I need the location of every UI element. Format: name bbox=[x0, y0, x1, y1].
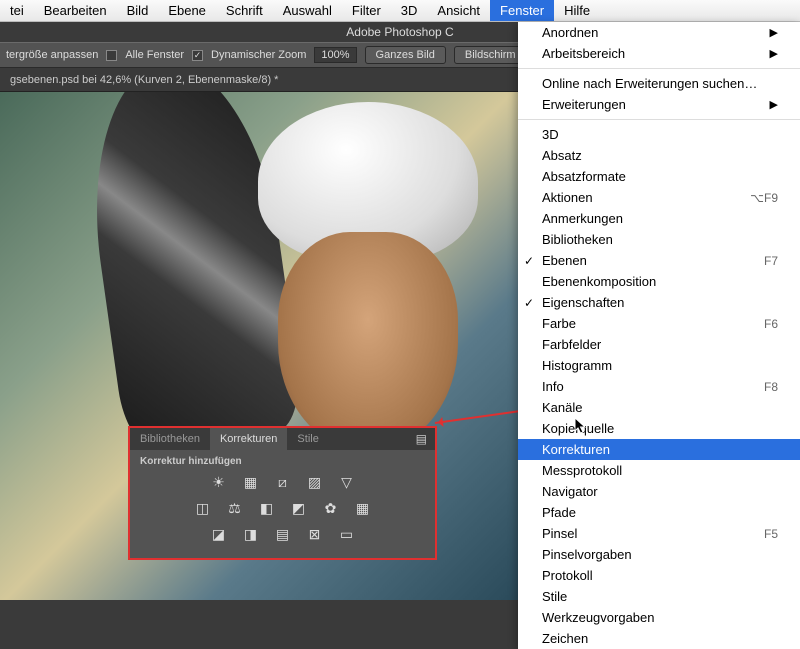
menuitem-eigenschaften[interactable]: ✓Eigenschaften bbox=[518, 292, 800, 313]
exposure-icon[interactable]: ▨ bbox=[305, 473, 325, 491]
invert-icon[interactable]: ◪ bbox=[209, 525, 229, 543]
menu-bild[interactable]: Bild bbox=[117, 0, 159, 21]
dynamic-zoom-checkbox[interactable]: ✓ bbox=[192, 50, 203, 61]
menuitem-pinselvorgaben[interactable]: Pinselvorgaben bbox=[518, 544, 800, 565]
fill-screen-button[interactable]: Bildschirm bbox=[454, 46, 527, 64]
menuitem-pfade[interactable]: Pfade bbox=[518, 502, 800, 523]
channelmixer-icon[interactable]: ✿ bbox=[321, 499, 341, 517]
all-windows-label: Alle Fenster bbox=[125, 49, 184, 61]
menuitem-korrekturen[interactable]: Korrekturen bbox=[518, 439, 800, 460]
panel-tab-stile[interactable]: Stile bbox=[287, 428, 328, 450]
colorlookup-icon[interactable]: ▦ bbox=[353, 499, 373, 517]
photofilter-icon[interactable]: ◩ bbox=[289, 499, 309, 517]
adjustments-panel: BibliothekenKorrekturenStile ▤ Korrektur … bbox=[130, 428, 435, 558]
panel-heading: Korrektur hinzufügen bbox=[130, 450, 435, 469]
menu-3d[interactable]: 3D bbox=[391, 0, 428, 21]
panel-tab-korrekturen[interactable]: Korrekturen bbox=[210, 428, 287, 450]
menu-fenster[interactable]: Fenster bbox=[490, 0, 554, 21]
menuitem-zeichen[interactable]: Zeichen bbox=[518, 628, 800, 649]
menuitem-online-nach-erweiterungen-suchen-[interactable]: Online nach Erweiterungen suchen… bbox=[518, 73, 800, 94]
menuitem-ebenenkomposition[interactable]: Ebenenkomposition bbox=[518, 271, 800, 292]
menuitem-aktionen[interactable]: Aktionen⌥F9 bbox=[518, 187, 800, 208]
menu-filter[interactable]: Filter bbox=[342, 0, 391, 21]
panel-menu-icon[interactable]: ▤ bbox=[408, 432, 435, 446]
menu-schrift[interactable]: Schrift bbox=[216, 0, 273, 21]
menuitem-3d[interactable]: 3D bbox=[518, 124, 800, 145]
menuitem-werkzeugvorgaben[interactable]: Werkzeugvorgaben bbox=[518, 607, 800, 628]
menu-tei[interactable]: tei bbox=[0, 0, 34, 21]
gradientmap-icon[interactable]: ▭ bbox=[337, 525, 357, 543]
menuitem-navigator[interactable]: Navigator bbox=[518, 481, 800, 502]
menu-auswahl[interactable]: Auswahl bbox=[273, 0, 342, 21]
menu-bearbeiten[interactable]: Bearbeiten bbox=[34, 0, 117, 21]
menuitem-anmerkungen[interactable]: Anmerkungen bbox=[518, 208, 800, 229]
menuitem-histogramm[interactable]: Histogramm bbox=[518, 355, 800, 376]
menuitem-stile[interactable]: Stile bbox=[518, 586, 800, 607]
menu-ansicht[interactable]: Ansicht bbox=[427, 0, 490, 21]
menuitem-bibliotheken[interactable]: Bibliotheken bbox=[518, 229, 800, 250]
menuitem-erweiterungen[interactable]: Erweiterungen▶ bbox=[518, 94, 800, 115]
threshold-icon[interactable]: ▤ bbox=[273, 525, 293, 543]
menuitem-protokoll[interactable]: Protokoll bbox=[518, 565, 800, 586]
menubar: teiBearbeitenBildEbeneSchriftAuswahlFilt… bbox=[0, 0, 800, 22]
posterize-icon[interactable]: ◨ bbox=[241, 525, 261, 543]
menuitem-farbfelder[interactable]: Farbfelder bbox=[518, 334, 800, 355]
menu-ebene[interactable]: Ebene bbox=[158, 0, 216, 21]
selective-icon[interactable]: ⊠ bbox=[305, 525, 325, 543]
brightness-icon[interactable]: ☀ bbox=[209, 473, 229, 491]
menuitem-absatz[interactable]: Absatz bbox=[518, 145, 800, 166]
curves-icon[interactable]: ⧄ bbox=[273, 473, 293, 491]
hue-icon[interactable]: ◫ bbox=[193, 499, 213, 517]
menuitem-arbeitsbereich[interactable]: Arbeitsbereich▶ bbox=[518, 43, 800, 64]
panel-tab-bibliotheken[interactable]: Bibliotheken bbox=[130, 428, 210, 450]
menuitem-kopierquelle[interactable]: Kopierquelle bbox=[518, 418, 800, 439]
fenster-dropdown: Anordnen▶Arbeitsbereich▶ Online nach Erwe… bbox=[518, 22, 800, 649]
menuitem-messprotokoll[interactable]: Messprotokoll bbox=[518, 460, 800, 481]
zoom-field[interactable]: 100% bbox=[314, 47, 356, 63]
menuitem-absatzformate[interactable]: Absatzformate bbox=[518, 166, 800, 187]
menuitem-ebenen[interactable]: ✓EbenenF7 bbox=[518, 250, 800, 271]
fit-screen-button[interactable]: Ganzes Bild bbox=[365, 46, 446, 64]
dynamic-zoom-label: Dynamischer Zoom bbox=[211, 49, 306, 61]
menuitem-kan-le[interactable]: Kanäle bbox=[518, 397, 800, 418]
levels-icon[interactable]: ▦ bbox=[241, 473, 261, 491]
menu-hilfe[interactable]: Hilfe bbox=[554, 0, 600, 21]
menuitem-anordnen[interactable]: Anordnen▶ bbox=[518, 22, 800, 43]
resize-label: tergröße anpassen bbox=[6, 49, 98, 61]
bw-icon[interactable]: ◧ bbox=[257, 499, 277, 517]
vibrance-icon[interactable]: ▽ bbox=[337, 473, 357, 491]
menuitem-farbe[interactable]: FarbeF6 bbox=[518, 313, 800, 334]
menuitem-info[interactable]: InfoF8 bbox=[518, 376, 800, 397]
all-windows-checkbox[interactable] bbox=[106, 50, 117, 61]
colorbalance-icon[interactable]: ⚖ bbox=[225, 499, 245, 517]
panel-tabs: BibliothekenKorrekturenStile ▤ bbox=[130, 428, 435, 450]
menuitem-pinsel[interactable]: PinselF5 bbox=[518, 523, 800, 544]
